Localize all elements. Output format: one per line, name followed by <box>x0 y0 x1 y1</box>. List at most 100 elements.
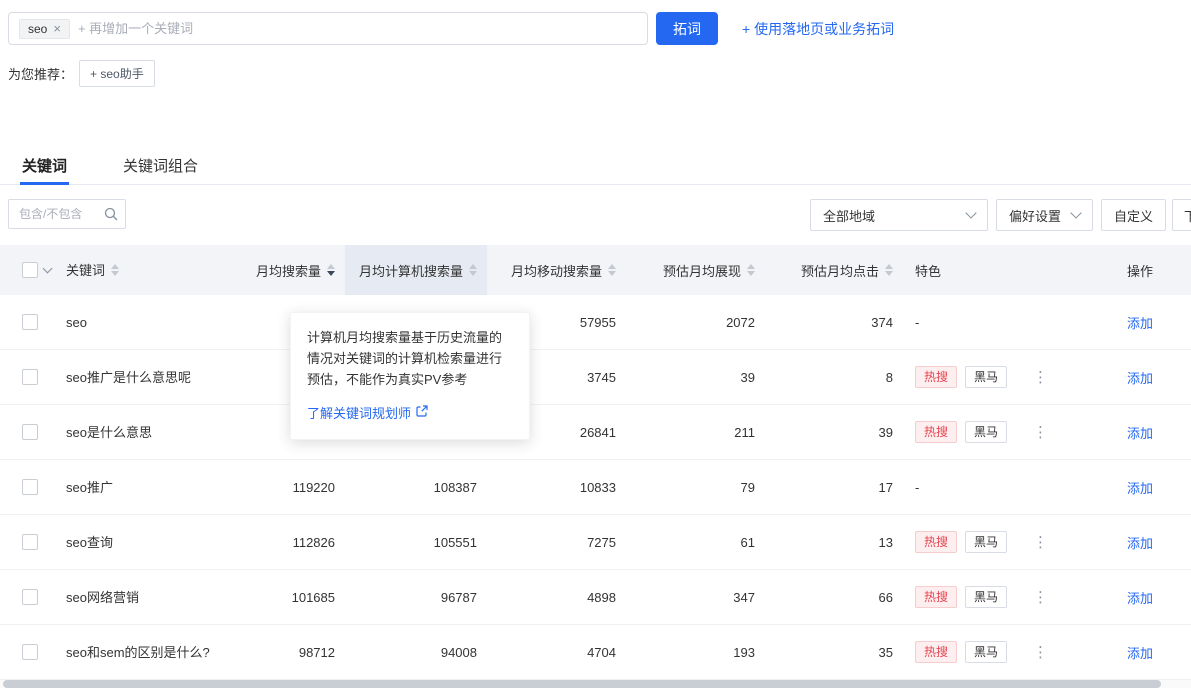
clicks-cell: 13 <box>765 535 903 550</box>
pc-search-cell: 94008 <box>345 645 487 660</box>
impressions-cell: 2072 <box>626 315 765 330</box>
keyword-cell: seo推广 <box>56 479 240 496</box>
pc-search-cell: 105551 <box>345 535 487 550</box>
keyword-tag-label: seo <box>28 22 47 36</box>
chevron-down-icon[interactable] <box>43 264 53 274</box>
add-link[interactable]: 添加 <box>1127 478 1153 497</box>
monthly-search-cell: 112826 <box>240 535 345 550</box>
preference-select[interactable]: 偏好设置 <box>996 199 1093 231</box>
table-row: seo推广是什么意思呢 3745 39 8 热搜黑马⋮ 添加 <box>0 350 1191 405</box>
keyword-cell: seo推广是什么意思呢 <box>56 369 240 386</box>
add-link[interactable]: 添加 <box>1127 313 1153 332</box>
add-link[interactable]: 添加 <box>1127 533 1153 552</box>
action-cell: 添加 <box>1100 313 1191 332</box>
tab-keywords[interactable]: 关键词 <box>20 147 69 185</box>
table-body: seo 57955 2072 374 - 添加 seo推广是什么意思呢 3745… <box>0 295 1191 680</box>
keywords-table: 关键词 月均搜索量 月均计算机搜索量 月均移动搜索量 预估月均展现 预估月均点击 <box>0 245 1191 680</box>
customize-button[interactable]: 自定义 <box>1101 199 1166 231</box>
sort-icon[interactable] <box>608 264 616 276</box>
col-header-features: 特色 <box>903 245 1100 295</box>
keyword-planner-page: seo × 拓词 + 使用落地页或业务拓词 为您推荐： + seo助手 关键词 … <box>0 0 1191 688</box>
hot-search-badge: 热搜 <box>915 531 957 553</box>
sort-icon[interactable] <box>885 264 893 276</box>
external-link-icon <box>416 405 428 420</box>
more-options-icon[interactable]: ⋮ <box>1033 643 1048 661</box>
remove-keyword-icon[interactable]: × <box>53 22 61 35</box>
features-cell: 热搜黑马⋮ <box>903 531 1100 553</box>
recommend-keyword-chip[interactable]: + seo助手 <box>79 60 155 87</box>
dark-horse-badge: 黑马 <box>965 366 1007 388</box>
scrollbar-thumb[interactable] <box>3 680 1161 688</box>
col-header-action: 操作 <box>1100 245 1191 295</box>
contains-filter-input[interactable] <box>8 199 126 229</box>
features-cell: 热搜黑马⋮ <box>903 641 1100 663</box>
row-checkbox[interactable] <box>22 369 38 385</box>
row-checkbox[interactable] <box>22 479 38 495</box>
add-link[interactable]: 添加 <box>1127 368 1153 387</box>
hot-search-badge: 热搜 <box>915 586 957 608</box>
col-header-impressions[interactable]: 预估月均展现 <box>626 245 765 295</box>
more-options-icon[interactable]: ⋮ <box>1033 533 1048 551</box>
features-cell: 热搜黑马 ⋮ <box>903 586 1100 608</box>
col-header-monthly-search[interactable]: 月均搜索量 <box>240 245 345 295</box>
row-checkbox[interactable] <box>22 534 38 550</box>
table-row: seo 57955 2072 374 - 添加 <box>0 295 1191 350</box>
hot-search-badge: 热搜 <box>915 366 957 388</box>
pc-search-cell: 96787 <box>345 590 487 605</box>
col-header-pc-search[interactable]: 月均计算机搜索量 <box>345 245 487 295</box>
action-cell: 添加 <box>1100 423 1191 442</box>
download-button[interactable]: 下 <box>1172 199 1191 231</box>
more-options-icon[interactable]: ⋮ <box>1033 423 1048 441</box>
impressions-cell: 39 <box>626 370 765 385</box>
chevron-down-icon <box>965 207 976 218</box>
keyword-input-box[interactable]: seo × <box>8 12 648 45</box>
row-checkbox[interactable] <box>22 424 38 440</box>
clicks-cell: 35 <box>765 645 903 660</box>
table-row: seo和sem的区别是什么? 98712 94008 4704 193 35 热… <box>0 625 1191 680</box>
add-link[interactable]: 添加 <box>1127 423 1153 442</box>
tooltip-text: 计算机月均搜索量基于历史流量的情况对关键词的计算机检索量进行预估，不能作为真实P… <box>307 327 513 390</box>
features-cell: - <box>903 315 1100 330</box>
row-checkbox-cell <box>0 369 56 385</box>
expand-words-button[interactable]: 拓词 <box>656 12 718 45</box>
features-cell: 热搜黑马 ⋮ <box>903 366 1100 388</box>
keyword-cell: seo网络营销 <box>56 589 240 606</box>
action-cell: 添加 <box>1100 643 1191 662</box>
row-checkbox[interactable] <box>22 314 38 330</box>
select-all-checkbox[interactable] <box>22 262 38 278</box>
pc-volume-tooltip: 计算机月均搜索量基于历史流量的情况对关键词的计算机检索量进行预估，不能作为真实P… <box>290 312 530 440</box>
clicks-cell: 66 <box>765 590 903 605</box>
hot-search-badge: 热搜 <box>915 421 957 443</box>
region-select[interactable]: 全部地域 <box>810 199 988 231</box>
sort-icon[interactable] <box>747 264 755 276</box>
keyword-input-row: seo × 拓词 + 使用落地页或业务拓词 <box>8 12 1191 45</box>
sort-icon[interactable] <box>469 264 477 276</box>
keyword-cell: seo <box>56 314 240 331</box>
clicks-cell: 17 <box>765 480 903 495</box>
action-cell: 添加 <box>1100 588 1191 607</box>
impressions-cell: 61 <box>626 535 765 550</box>
add-link[interactable]: 添加 <box>1127 588 1153 607</box>
row-checkbox-cell <box>0 479 56 495</box>
landing-page-expand-link[interactable]: + 使用落地页或业务拓词 <box>742 19 894 39</box>
recommend-label: 为您推荐： <box>8 64 73 83</box>
more-options-icon[interactable]: ⋮ <box>1033 588 1048 606</box>
add-keyword-input[interactable] <box>78 21 637 36</box>
learn-more-link[interactable]: 了解关键词规划师 <box>307 403 428 422</box>
monthly-search-cell: 101685 <box>240 590 345 605</box>
tab-keyword-combos[interactable]: 关键词组合 <box>121 147 200 185</box>
row-checkbox-cell <box>0 534 56 550</box>
col-header-mobile-search[interactable]: 月均移动搜索量 <box>487 245 626 295</box>
more-options-icon[interactable]: ⋮ <box>1033 368 1048 386</box>
sort-icon[interactable] <box>111 264 119 276</box>
sort-icon[interactable] <box>327 264 335 276</box>
impressions-cell: 347 <box>626 590 765 605</box>
dark-horse-badge: 黑马 <box>965 641 1007 663</box>
col-header-clicks[interactable]: 预估月均点击 <box>765 245 903 295</box>
dark-horse-badge: 黑马 <box>965 586 1007 608</box>
row-checkbox[interactable] <box>22 644 38 660</box>
add-link[interactable]: 添加 <box>1127 643 1153 662</box>
row-checkbox[interactable] <box>22 589 38 605</box>
dark-horse-badge: 黑马 <box>965 421 1007 443</box>
col-header-keyword[interactable]: 关键词 <box>56 245 240 295</box>
